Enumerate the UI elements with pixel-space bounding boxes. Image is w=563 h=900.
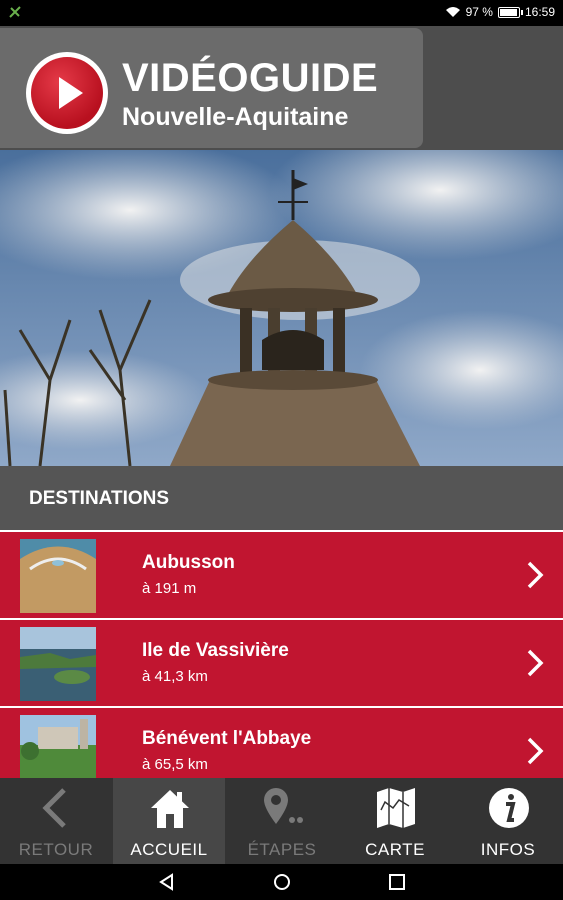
chevron-right-icon [527, 561, 544, 589]
app-header: VIDÉOGUIDE Nouvelle-Aquitaine [0, 26, 563, 150]
house-icon [151, 790, 189, 828]
nav-home[interactable]: ACCUEIL [113, 778, 225, 864]
destinations-title: DESTINATIONS [29, 488, 170, 509]
nav-steps-label: ÉTAPES [247, 840, 317, 859]
destination-name: Bénévent l'Abbaye [142, 728, 312, 749]
battery-icon [497, 6, 523, 18]
chevron-right-icon [527, 649, 544, 677]
nav-back-label: RETOUR [18, 840, 94, 859]
thumbnail-aubusson [20, 539, 96, 613]
bottom-nav: RETOUR ACCUEIL ÉTAPES CARTE INFOS [0, 778, 563, 864]
destination-list[interactable]: Aubusson à 191 m Ile de Vassivière à 41,… [0, 530, 563, 778]
play-icon [59, 77, 83, 109]
destination-distance: à 65,5 km [142, 756, 208, 773]
nav-map[interactable]: CARTE [339, 778, 451, 864]
clock: 16:59 [524, 5, 555, 19]
chevron-left-icon [42, 788, 66, 828]
status-bar: 97 % 16:59 [0, 0, 563, 26]
nav-info[interactable]: INFOS [452, 778, 563, 864]
notification-icon [9, 6, 21, 18]
nav-home-label: ACCUEIL [130, 840, 208, 859]
destination-distance: à 41,3 km [142, 668, 208, 685]
app-subtitle: Nouvelle-Aquitaine [122, 103, 349, 131]
back-triangle-icon[interactable] [157, 872, 177, 892]
chevron-right-icon [527, 737, 544, 765]
home-circle-icon[interactable] [272, 872, 292, 892]
folded-map-icon [377, 788, 415, 828]
battery-percent: 97 % [465, 5, 493, 19]
nav-back[interactable]: RETOUR [0, 778, 112, 864]
system-nav-bar [0, 864, 563, 900]
logo-panel[interactable]: VIDÉOGUIDE Nouvelle-Aquitaine [0, 28, 423, 148]
destination-name: Aubusson [142, 552, 235, 573]
list-item-benevent-labbaye[interactable]: Bénévent l'Abbaye à 65,5 km [0, 708, 563, 778]
info-icon [489, 788, 529, 828]
nav-steps[interactable]: ÉTAPES [226, 778, 338, 864]
nav-info-label: INFOS [480, 840, 536, 859]
recents-square-icon[interactable] [387, 872, 407, 892]
destination-name: Ile de Vassivière [142, 640, 289, 661]
list-item-ile-de-vassiviere[interactable]: Ile de Vassivière à 41,3 km [0, 620, 563, 706]
hero-image [0, 150, 563, 466]
nav-map-label: CARTE [365, 840, 425, 859]
map-pin-icon [264, 788, 303, 824]
thumbnail-vassiviere [20, 627, 96, 701]
destination-distance: à 191 m [142, 580, 197, 597]
logo [26, 52, 108, 134]
app-title: VIDÉOGUIDE [122, 56, 379, 100]
status-right: 97 % 16:59 [445, 5, 555, 19]
wifi-icon [445, 7, 460, 17]
list-item-aubusson[interactable]: Aubusson à 191 m [0, 532, 563, 618]
thumbnail-benevent [20, 715, 96, 778]
destinations-header: DESTINATIONS [0, 466, 563, 530]
